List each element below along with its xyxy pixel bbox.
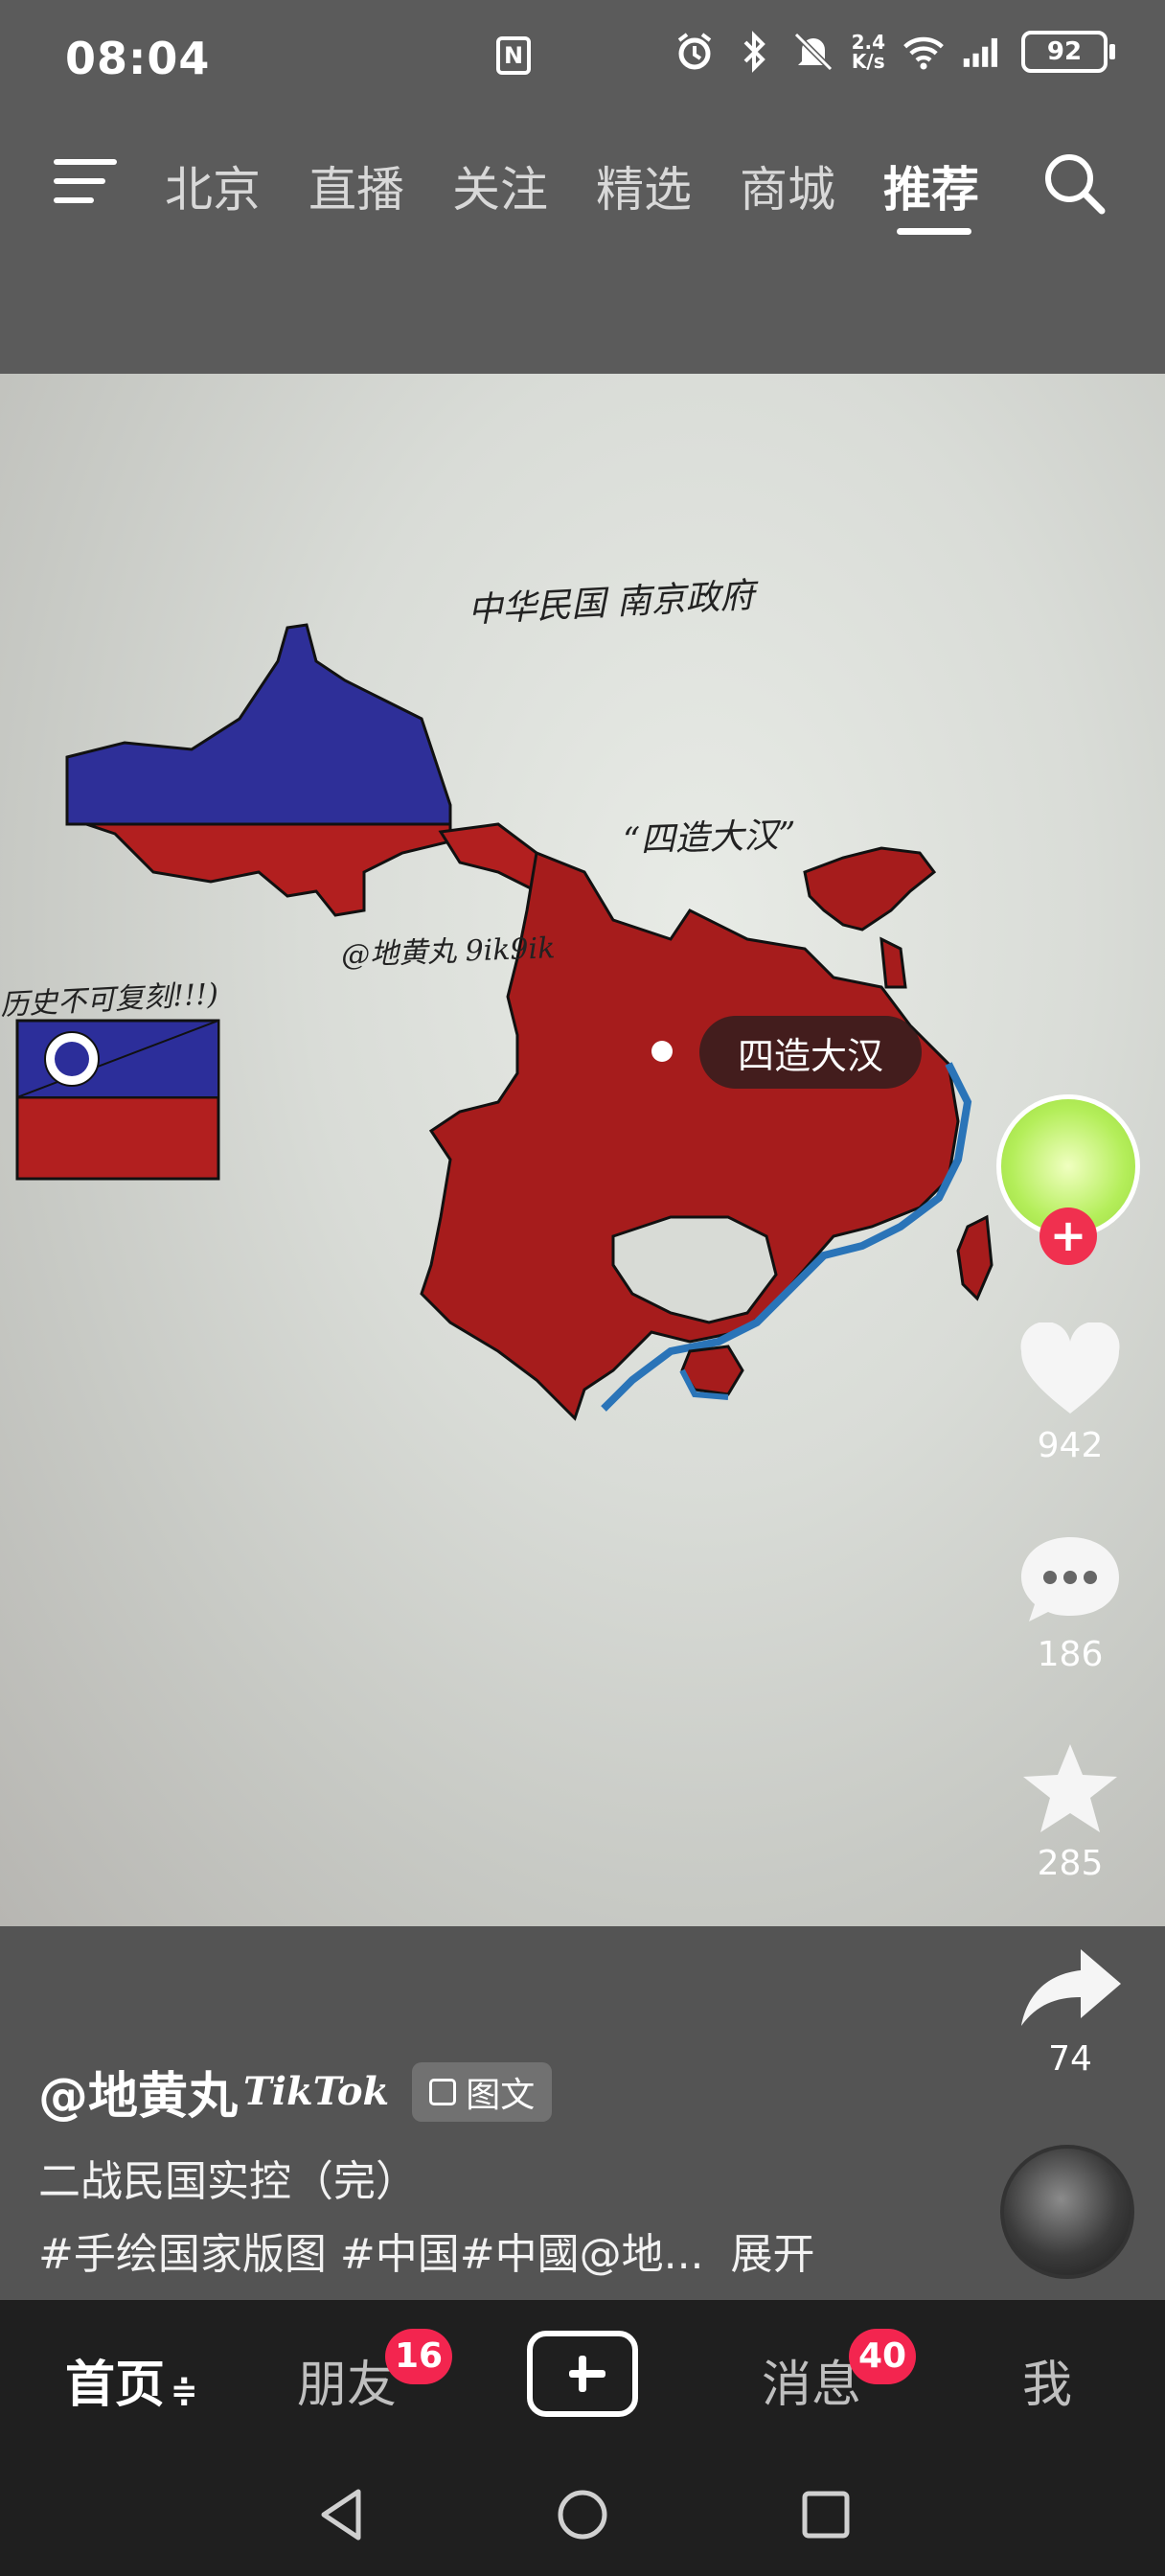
bottom-nav: 首页 ≑ 朋友 16 消息 40 我: [0, 2300, 1165, 2453]
wifi-icon: [902, 31, 945, 73]
post-description: 二战民国实控（完）: [38, 2157, 418, 2206]
tab-following[interactable]: 关注: [452, 151, 596, 220]
status-time: 08:04: [65, 33, 211, 84]
author-name[interactable]: @地黄丸: [38, 2056, 238, 2128]
location-dot: [651, 1041, 673, 1062]
post-hashtags[interactable]: #手绘国家版图 #中国#中國@地... 展开: [38, 2220, 977, 2281]
messages-badge: 40: [849, 2329, 916, 2384]
expand-link[interactable]: 展开: [731, 2230, 815, 2279]
like-count: 942: [1037, 1426, 1104, 1465]
friends-badge: 16: [385, 2329, 452, 2384]
tab-beijing[interactable]: 北京: [165, 151, 308, 220]
author-row: @地黄丸 TikTok 图文: [38, 2056, 977, 2128]
mute-icon: [792, 31, 834, 73]
image-post-badge: 图文: [412, 2061, 553, 2122]
recents-icon[interactable]: [801, 2488, 851, 2542]
heart-icon: [1020, 1322, 1120, 1414]
like-button[interactable]: 942: [1006, 1322, 1134, 1465]
favorite-count: 285: [1037, 1844, 1104, 1883]
nav-friends[interactable]: 朋友: [297, 2344, 397, 2416]
nfc-icon: N: [496, 36, 531, 75]
gallery-icon: [429, 2078, 457, 2105]
music-disc-avatar[interactable]: [1000, 2145, 1134, 2279]
status-bar: 08:04 N 2.4 K/s 92: [0, 0, 1165, 115]
top-nav: 北京 直播 关注 精选 商城 推荐: [0, 115, 1165, 374]
author-tag: TikTok: [243, 2069, 390, 2114]
status-icons: 2.4 K/s 92: [674, 31, 1115, 73]
comment-button[interactable]: 186: [1006, 1531, 1134, 1674]
annotation-watermark: @地黄丸 9ik9ik: [340, 932, 556, 973]
battery-icon: 92: [1021, 31, 1115, 73]
share-button[interactable]: 74: [1006, 1945, 1134, 2079]
create-button[interactable]: [527, 2331, 638, 2417]
switch-icon: ≑: [171, 2372, 198, 2410]
nav-home[interactable]: 首页 ≑: [65, 2344, 198, 2416]
alarm-icon: [674, 31, 716, 73]
tab-recommend[interactable]: 推荐: [883, 151, 1027, 235]
annotation-quote: “四造大汉”: [622, 815, 797, 862]
system-nav-bar: [0, 2453, 1165, 2576]
post-photo[interactable]: 中华民国 南京政府 “四造大汉” @地黄丸 9ik9ik 历史不可复刻!!!) …: [0, 374, 1165, 1926]
comment-count: 186: [1037, 1635, 1104, 1674]
tab-mall[interactable]: 商城: [740, 151, 883, 220]
comment-icon: [1021, 1537, 1119, 1622]
nav-messages[interactable]: 消息: [762, 2344, 861, 2416]
follow-plus-icon[interactable]: +: [1039, 1208, 1097, 1265]
home-icon[interactable]: [556, 2486, 609, 2543]
back-icon[interactable]: [316, 2486, 364, 2543]
share-icon: [1021, 1949, 1121, 2026]
favorite-button[interactable]: 285: [1006, 1740, 1134, 1883]
search-icon[interactable]: [1040, 150, 1108, 217]
location-label[interactable]: 四造大汉: [699, 1016, 923, 1089]
tab-live[interactable]: 直播: [308, 151, 452, 220]
star-icon: [1023, 1744, 1117, 1832]
net-speed: 2.4 K/s: [851, 31, 885, 73]
menu-icon[interactable]: [54, 157, 117, 205]
post-caption: @地黄丸 TikTok 图文 二战民国实控（完） #手绘国家版图 #中国#中國@…: [38, 2056, 977, 2281]
signal-icon: [962, 31, 1004, 73]
nav-tabs: 北京 直播 关注 精选 商城 推荐: [165, 151, 1027, 235]
nav-me[interactable]: 我: [1022, 2344, 1072, 2416]
bluetooth-icon: [733, 31, 775, 73]
share-count: 74: [1048, 2039, 1092, 2079]
tab-featured[interactable]: 精选: [596, 151, 740, 220]
